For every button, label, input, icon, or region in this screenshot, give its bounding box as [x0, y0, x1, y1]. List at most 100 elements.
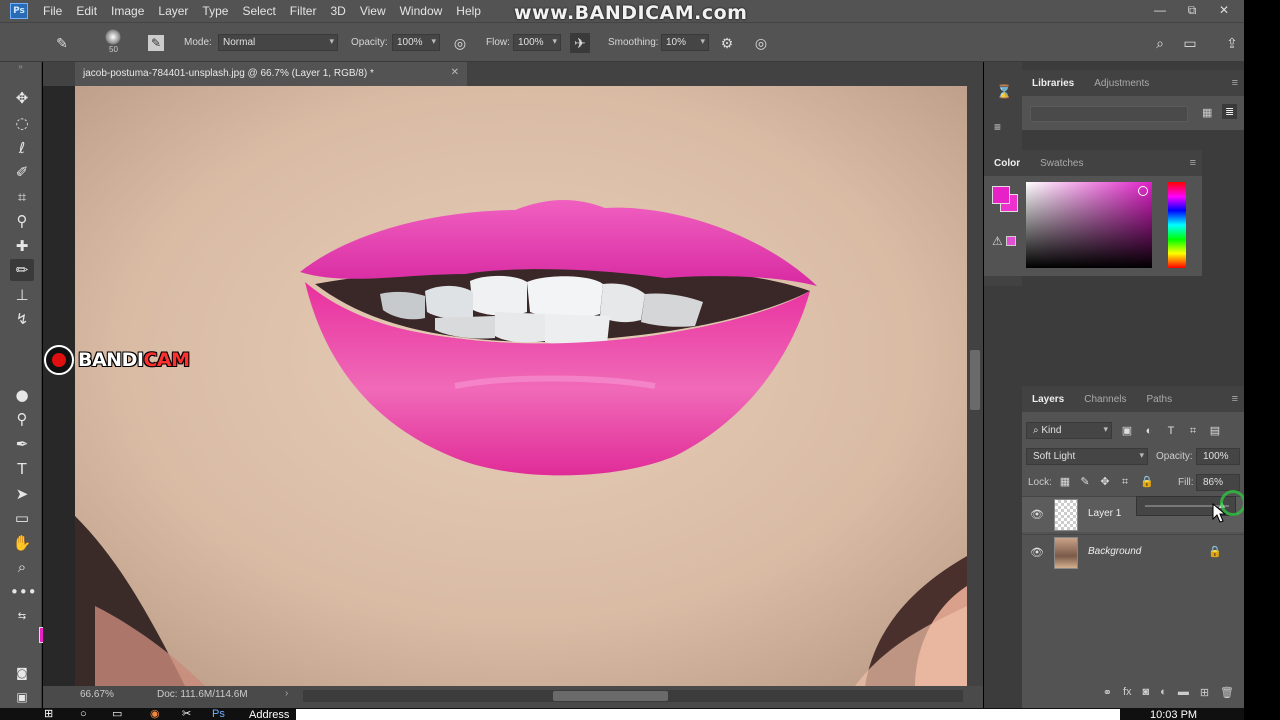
vertical-scrollbar[interactable] — [967, 86, 983, 686]
menu-layer[interactable]: Layer — [151, 0, 195, 22]
adjustment-layer-icon[interactable]: ◐ — [1160, 686, 1167, 698]
share-icon[interactable]: ⇪ — [1222, 33, 1242, 53]
kind-filter-dropdown[interactable]: ⌕ Kind ▾ — [1026, 422, 1112, 439]
pressure-opacity-icon[interactable]: ◎ — [450, 33, 470, 53]
menu-select[interactable]: Select — [235, 0, 282, 22]
pressure-size-icon[interactable]: ◎ — [751, 33, 771, 53]
photoshop-taskbar-icon[interactable]: Ps — [212, 709, 225, 720]
move-icon[interactable]: ✥ — [10, 87, 34, 109]
restore-button[interactable]: ⧉ — [1176, 0, 1208, 22]
brush-icon[interactable]: ✏ — [10, 259, 34, 281]
link-layers-icon[interactable]: ⚭ — [1103, 686, 1112, 699]
tab-layers[interactable]: Layers — [1022, 394, 1074, 405]
layer-name[interactable]: Layer 1 — [1088, 508, 1121, 519]
address-input[interactable] — [296, 709, 1120, 720]
layer-style-icon[interactable]: fx — [1123, 686, 1132, 698]
eyedropper-icon[interactable]: ⚲ — [10, 210, 34, 232]
color-picker-ring[interactable] — [1138, 186, 1148, 196]
layers-panel-menu-icon[interactable]: ≡ — [1232, 393, 1238, 405]
pen-icon[interactable]: ✒ — [10, 433, 34, 455]
gamut-swatch[interactable] — [1006, 236, 1016, 246]
smoothing-field[interactable]: 10% ▾ — [661, 34, 709, 51]
panel-menu-icon[interactable]: ≡ — [1232, 77, 1238, 89]
menu-image[interactable]: Image — [104, 0, 151, 22]
gear-icon[interactable]: ⚙ — [717, 33, 737, 53]
blend-mode-dropdown[interactable]: Soft Light ▾ — [1026, 448, 1148, 465]
blur-icon[interactable]: ● — [10, 384, 34, 406]
color-panel-menu-icon[interactable]: ≡ — [1190, 157, 1196, 169]
filter-type-icon[interactable]: T — [1164, 424, 1178, 438]
minimize-button[interactable]: — — [1144, 0, 1176, 22]
tab-adjustments[interactable]: Adjustments — [1084, 78, 1159, 89]
close-tab-icon[interactable]: ✕ — [451, 67, 459, 78]
delete-layer-icon[interactable]: 🗑 — [1220, 686, 1234, 699]
chrome-icon[interactable]: ◉ — [150, 709, 160, 720]
brush-preview-icon[interactable] — [105, 29, 121, 45]
menu-window[interactable]: Window — [393, 0, 450, 22]
workspace-icon[interactable]: ▭ — [1180, 33, 1200, 53]
color-field[interactable] — [1026, 182, 1152, 268]
document-tab[interactable]: jacob-postuma-784401-unsplash.jpg @ 66.7… — [75, 62, 467, 86]
history-panel-icon[interactable]: ⌛ — [996, 84, 1012, 100]
mode-dropdown[interactable]: Normal ▾ — [218, 34, 338, 51]
search-icon[interactable]: ○ — [80, 709, 87, 720]
screen-mode-icon[interactable]: ▣ — [10, 686, 34, 708]
brush-tool-preset-icon[interactable]: ✎ — [52, 33, 72, 53]
windows-start-icon[interactable]: ⊞ — [44, 709, 53, 720]
library-dropdown[interactable] — [1030, 106, 1188, 122]
color-fg-swatch[interactable] — [992, 186, 1010, 204]
lock-transparent-icon[interactable]: ▦ — [1058, 475, 1072, 489]
healing-icon[interactable]: ✚ — [10, 235, 34, 257]
type-icon[interactable]: T — [10, 458, 34, 480]
lock-artboard-icon[interactable]: ⌗ — [1118, 475, 1132, 489]
app-icon[interactable]: ✂ — [182, 709, 191, 720]
filter-shape-icon[interactable]: ⌗ — [1186, 424, 1200, 438]
lock-pixels-icon[interactable]: ✎ — [1078, 475, 1092, 489]
task-view-icon[interactable]: ▭ — [112, 709, 122, 720]
filter-adjustment-icon[interactable]: ◐ — [1142, 424, 1156, 438]
hue-slider[interactable] — [1168, 182, 1186, 268]
zoom-level[interactable]: 66.67% — [80, 689, 114, 700]
panel-grip[interactable]: » — [0, 62, 41, 74]
path-select-icon[interactable]: ➤ — [10, 483, 34, 505]
menu-type[interactable]: Type — [195, 0, 235, 22]
swap-colors-icon[interactable]: ⇆ — [10, 606, 34, 628]
more-icon[interactable]: ••• — [10, 581, 37, 603]
brush-panel-icon[interactable]: ✎ — [148, 35, 164, 51]
marquee-icon[interactable]: ◌ — [10, 112, 34, 134]
zoom-icon[interactable]: ⌕ — [10, 556, 34, 578]
new-group-icon[interactable]: ▬ — [1178, 686, 1189, 698]
tab-libraries[interactable]: Libraries — [1022, 78, 1084, 89]
crop-icon[interactable]: ⌗ — [10, 186, 34, 208]
status-menu-icon[interactable]: › — [285, 688, 288, 699]
opacity-field[interactable]: 100% ▾ — [392, 34, 440, 51]
add-mask-icon[interactable]: ◙ — [1143, 686, 1150, 698]
new-layer-icon[interactable]: ⊞ — [1200, 686, 1209, 699]
horizontal-scrollbar[interactable] — [303, 690, 963, 702]
lock-position-icon[interactable]: ✥ — [1098, 475, 1112, 489]
scroll-thumb[interactable] — [970, 350, 980, 410]
layer-row-background[interactable]: 👁 Background 🔒 — [1022, 534, 1244, 570]
menu-view[interactable]: View — [353, 0, 393, 22]
filter-smart-object-icon[interactable]: ▤ — [1208, 424, 1222, 438]
menu-filter[interactable]: Filter — [283, 0, 324, 22]
hand-icon[interactable]: ✋ — [10, 532, 34, 554]
brush-settings-icon[interactable]: ≡ — [994, 120, 1001, 134]
tab-channels[interactable]: Channels — [1074, 394, 1136, 405]
rectangle-icon[interactable]: ▭ — [10, 507, 34, 529]
history-brush-icon[interactable]: ↯ — [10, 308, 34, 330]
tab-swatches[interactable]: Swatches — [1030, 158, 1093, 169]
h-scroll-thumb[interactable] — [553, 691, 668, 701]
stamp-icon[interactable]: ⊥ — [10, 284, 34, 306]
dodge-icon[interactable]: ⚲ — [10, 408, 34, 430]
visibility-eye-icon[interactable]: 👁 — [1030, 546, 1044, 559]
search-icon[interactable]: ⌕ — [1150, 33, 1170, 53]
list-view-icon[interactable]: ≣ — [1222, 104, 1238, 119]
fill-field[interactable]: 86% — [1196, 474, 1240, 491]
canvas-area[interactable] — [43, 86, 983, 686]
tab-color[interactable]: Color — [984, 158, 1030, 169]
quick-select-icon[interactable]: ✐ — [10, 161, 34, 183]
lasso-icon[interactable]: ℓ — [10, 137, 34, 159]
quick-mask-icon[interactable]: ◙ — [10, 662, 34, 684]
tab-paths[interactable]: Paths — [1137, 394, 1183, 405]
